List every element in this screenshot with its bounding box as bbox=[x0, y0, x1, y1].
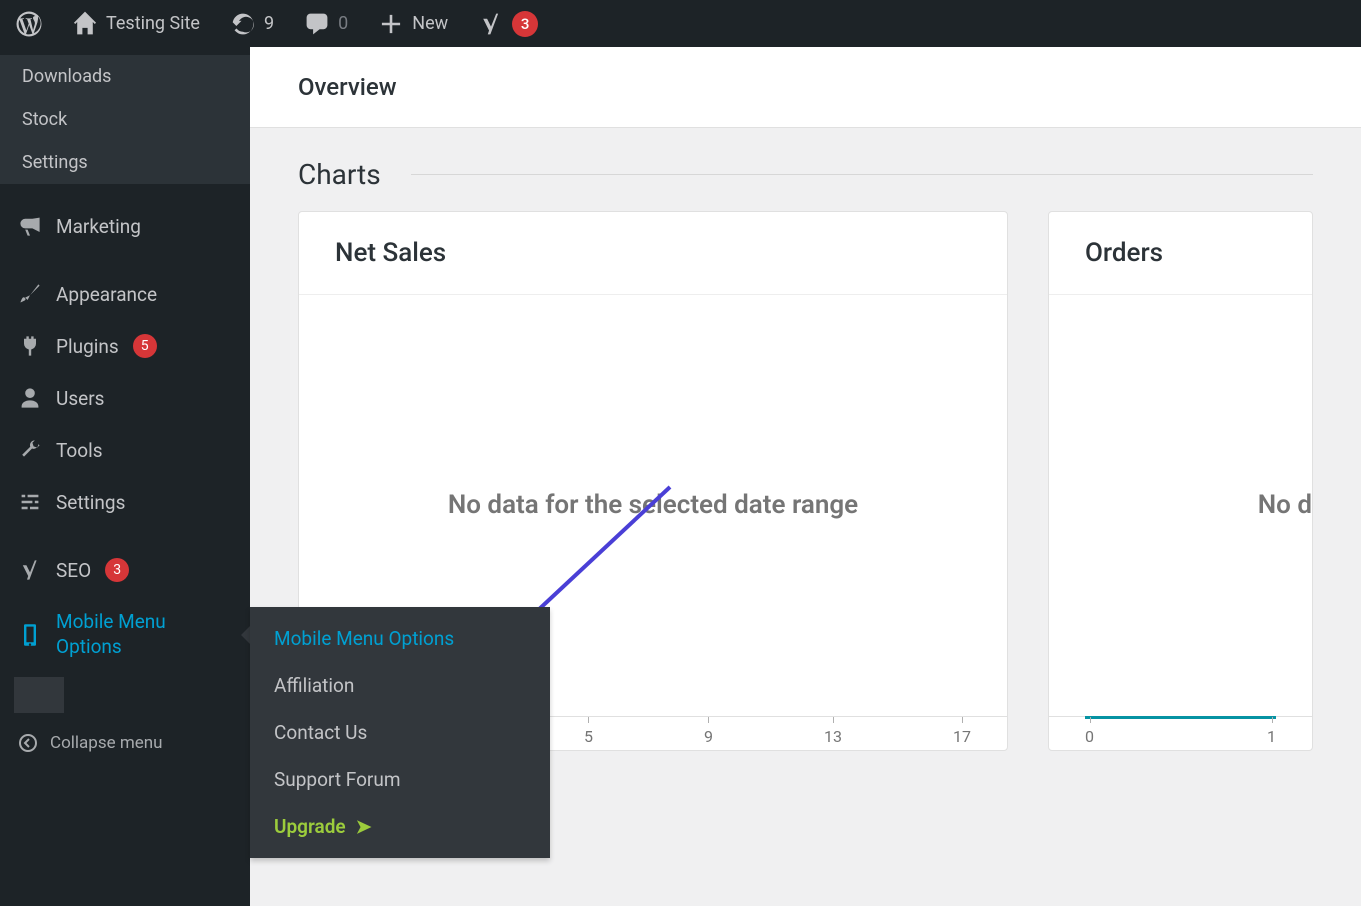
comments-count: 0 bbox=[338, 13, 348, 34]
sidebar-item-label: Mobile Menu Options bbox=[56, 610, 232, 659]
plugins-badge: 5 bbox=[133, 334, 157, 358]
comment-icon bbox=[304, 11, 330, 37]
sidebar-item-label: Plugins bbox=[56, 335, 119, 358]
comments[interactable]: 0 bbox=[296, 0, 356, 47]
charts-header: Charts bbox=[250, 128, 1361, 211]
site-name: Testing Site bbox=[106, 13, 200, 34]
sidebar-item-label: Users bbox=[56, 387, 104, 410]
axis-tick: 13 bbox=[824, 717, 842, 746]
sidebar-item-seo[interactable]: SEO 3 bbox=[0, 544, 250, 596]
mobile-menu-flyout: Mobile Menu Options Affiliation Contact … bbox=[250, 607, 550, 858]
sidebar-item-tools[interactable]: Tools bbox=[0, 424, 250, 476]
megaphone-icon bbox=[18, 214, 42, 238]
wp-logo[interactable] bbox=[8, 0, 50, 47]
sidebar-item-label: Tools bbox=[56, 439, 103, 462]
brush-icon bbox=[18, 282, 42, 306]
mobile-icon bbox=[18, 623, 42, 647]
plus-icon bbox=[378, 11, 404, 37]
yoast-badge: 3 bbox=[512, 11, 538, 37]
page-title: Overview bbox=[250, 47, 1361, 127]
sidebar-item-label: SEO bbox=[56, 559, 91, 582]
yoast-icon bbox=[18, 558, 42, 582]
divider bbox=[411, 174, 1313, 175]
update-icon bbox=[230, 11, 256, 37]
sidebar-sub-settings[interactable]: Settings bbox=[0, 141, 250, 184]
axis-tick: 17 bbox=[953, 717, 971, 746]
sidebar-item-users[interactable]: Users bbox=[0, 372, 250, 424]
sliders-icon bbox=[18, 490, 42, 514]
arrow-right-icon: ➤ bbox=[356, 815, 372, 838]
charts-title: Charts bbox=[298, 158, 381, 191]
site-home[interactable]: Testing Site bbox=[64, 0, 208, 47]
sidebar-item-settings[interactable]: Settings bbox=[0, 476, 250, 528]
axis-tick: 9 bbox=[704, 717, 713, 746]
axis-tick: 1 bbox=[1267, 717, 1276, 746]
card-title: Orders bbox=[1049, 212, 1312, 295]
sidebar-sub-downloads[interactable]: Downloads bbox=[0, 55, 250, 98]
plug-icon bbox=[18, 334, 42, 358]
admin-sidebar: Downloads Stock Settings Marketing Appea… bbox=[0, 47, 250, 906]
sidebar-item-marketing[interactable]: Marketing bbox=[0, 200, 250, 252]
card-title: Net Sales bbox=[299, 212, 1007, 295]
flyout-item-support[interactable]: Support Forum bbox=[250, 756, 550, 803]
home-icon bbox=[72, 11, 98, 37]
sidebar-item-label: Settings bbox=[56, 491, 125, 514]
new-label: New bbox=[412, 13, 448, 34]
no-data-message: No d bbox=[1049, 295, 1312, 716]
sidebar-divider-box bbox=[14, 677, 64, 713]
wordpress-icon bbox=[16, 11, 42, 37]
updates-count: 9 bbox=[264, 13, 274, 34]
chart-line bbox=[1085, 716, 1276, 719]
yoast-seo[interactable]: 3 bbox=[470, 0, 546, 47]
sidebar-item-appearance[interactable]: Appearance bbox=[0, 268, 250, 320]
yoast-icon bbox=[478, 11, 504, 37]
sidebar-item-mobile-menu[interactable]: Mobile Menu Options bbox=[0, 596, 250, 673]
sidebar-item-label: Marketing bbox=[56, 215, 141, 238]
flyout-item-mobile-menu-options[interactable]: Mobile Menu Options bbox=[250, 615, 550, 662]
admin-bar: Testing Site 9 0 New 3 bbox=[0, 0, 1361, 47]
sidebar-item-plugins[interactable]: Plugins 5 bbox=[0, 320, 250, 372]
chart-x-axis: 0 1 bbox=[1049, 716, 1312, 750]
sidebar-sub-stock[interactable]: Stock bbox=[0, 98, 250, 141]
chart-card-orders: Orders No d 0 1 bbox=[1048, 211, 1313, 751]
seo-badge: 3 bbox=[105, 558, 129, 582]
axis-tick: 0 bbox=[1085, 717, 1094, 746]
user-icon bbox=[18, 386, 42, 410]
new-content[interactable]: New bbox=[370, 0, 456, 47]
axis-tick: 5 bbox=[584, 717, 593, 746]
wrench-icon bbox=[18, 438, 42, 462]
flyout-item-affiliation[interactable]: Affiliation bbox=[250, 662, 550, 709]
collapse-menu[interactable]: Collapse menu bbox=[0, 721, 250, 765]
sidebar-item-label: Appearance bbox=[56, 283, 157, 306]
updates[interactable]: 9 bbox=[222, 0, 282, 47]
overview-section: Overview bbox=[250, 47, 1361, 128]
flyout-item-contact[interactable]: Contact Us bbox=[250, 709, 550, 756]
flyout-item-upgrade[interactable]: Upgrade ➤ bbox=[250, 803, 550, 850]
collapse-label: Collapse menu bbox=[50, 733, 163, 753]
